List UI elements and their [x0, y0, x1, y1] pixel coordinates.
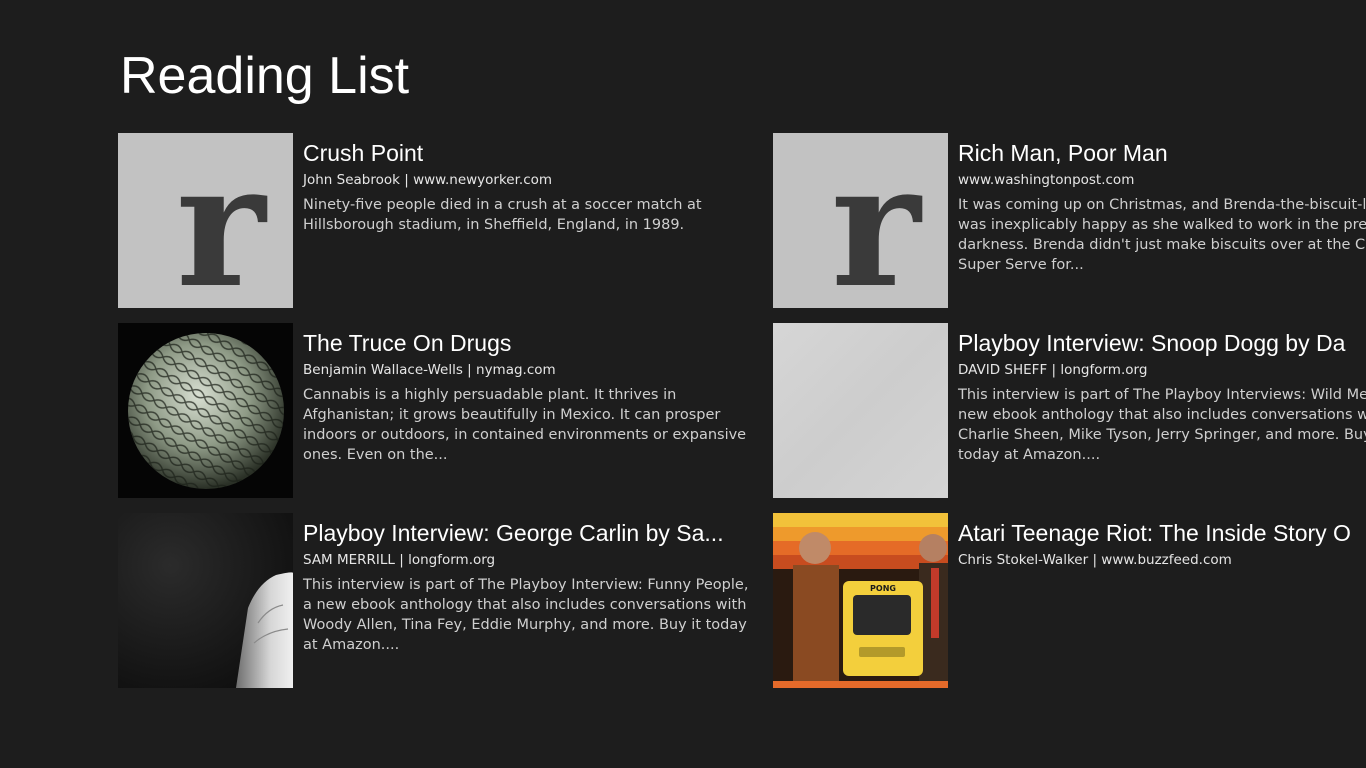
list-item-truce-on-drugs[interactable]: The Truce On Drugs Benjamin Wallace-Well…	[118, 323, 758, 498]
readability-logo-icon: r	[176, 133, 266, 308]
article-thumbnail: r	[118, 133, 293, 308]
list-item-snoop-dogg[interactable]: Playboy Interview: Snoop Dogg by Da DAVI…	[773, 323, 1366, 498]
article-meta: SAM MERRILL | longform.org	[303, 552, 496, 568]
cannabis-sphere-image	[128, 333, 284, 489]
article-summary: Cannabis is a highly persuadable plant. …	[303, 387, 747, 463]
article-meta: John Seabrook | www.newyorker.com	[303, 172, 553, 188]
article-summary: It was coming up on Christmas, and Brend…	[958, 195, 1366, 275]
hand-photo-image	[236, 572, 293, 688]
readability-logo-icon: r	[831, 133, 921, 308]
article-thumbnail	[118, 513, 293, 688]
article-title: Atari Teenage Riot: The Inside Story O	[958, 520, 1351, 546]
article-thumbnail	[773, 323, 948, 498]
pong-label: PONG	[870, 584, 896, 593]
article-title: Playboy Interview: George Carlin by Sa..…	[303, 520, 724, 546]
article-meta: DAVID SHEFF | longform.org	[958, 362, 1148, 378]
article-summary: This interview is part of The Playboy In…	[303, 577, 749, 653]
article-thumbnail	[118, 323, 293, 498]
article-meta: Benjamin Wallace-Wells | nymag.com	[303, 362, 556, 378]
article-title: The Truce On Drugs	[303, 330, 512, 356]
summary-line: was inexplicably happy as she walked to …	[958, 217, 1366, 233]
list-item-crush-point[interactable]: r Crush Point John Seabrook | www.newyor…	[118, 133, 758, 308]
summary-line: today at Amazon....	[958, 447, 1101, 463]
summary-line: Charlie Sheen, Mike Tyson, Jerry Springe…	[958, 427, 1366, 443]
article-meta: www.washingtonpost.com	[958, 172, 1135, 188]
article-thumbnail: PONG	[773, 513, 948, 688]
summary-line: Super Serve for...	[958, 257, 1084, 273]
summary-line: This interview is part of The Playboy In…	[958, 387, 1366, 403]
reading-list-grid: r Crush Point John Seabrook | www.newyor…	[118, 133, 1366, 693]
article-title: Rich Man, Poor Man	[958, 140, 1168, 166]
article-title: Playboy Interview: Snoop Dogg by Da	[958, 330, 1346, 356]
list-item-george-carlin[interactable]: Playboy Interview: George Carlin by Sa..…	[118, 513, 758, 688]
summary-line: new ebook anthology that also includes c…	[958, 407, 1366, 423]
list-item-rich-man-poor-man[interactable]: r Rich Man, Poor Man www.washingtonpost.…	[773, 133, 1366, 308]
article-meta: Chris Stokel-Walker | www.buzzfeed.com	[958, 552, 1232, 568]
page-title: Reading List	[120, 47, 410, 105]
summary-line: darkness. Brenda didn't just make biscui…	[958, 237, 1366, 253]
list-item-atari-teenage-riot[interactable]: PONG Atari Teenage Riot: The Inside Stor…	[773, 513, 1366, 688]
summary-line: It was coming up on Christmas, and Brend…	[958, 197, 1366, 213]
article-summary: Ninety-five people died in a crush at a …	[303, 197, 702, 233]
article-title: Crush Point	[303, 140, 424, 166]
article-thumbnail: r	[773, 133, 948, 308]
pong-photo-image: PONG	[773, 513, 948, 688]
article-summary: This interview is part of The Playboy In…	[958, 385, 1366, 465]
